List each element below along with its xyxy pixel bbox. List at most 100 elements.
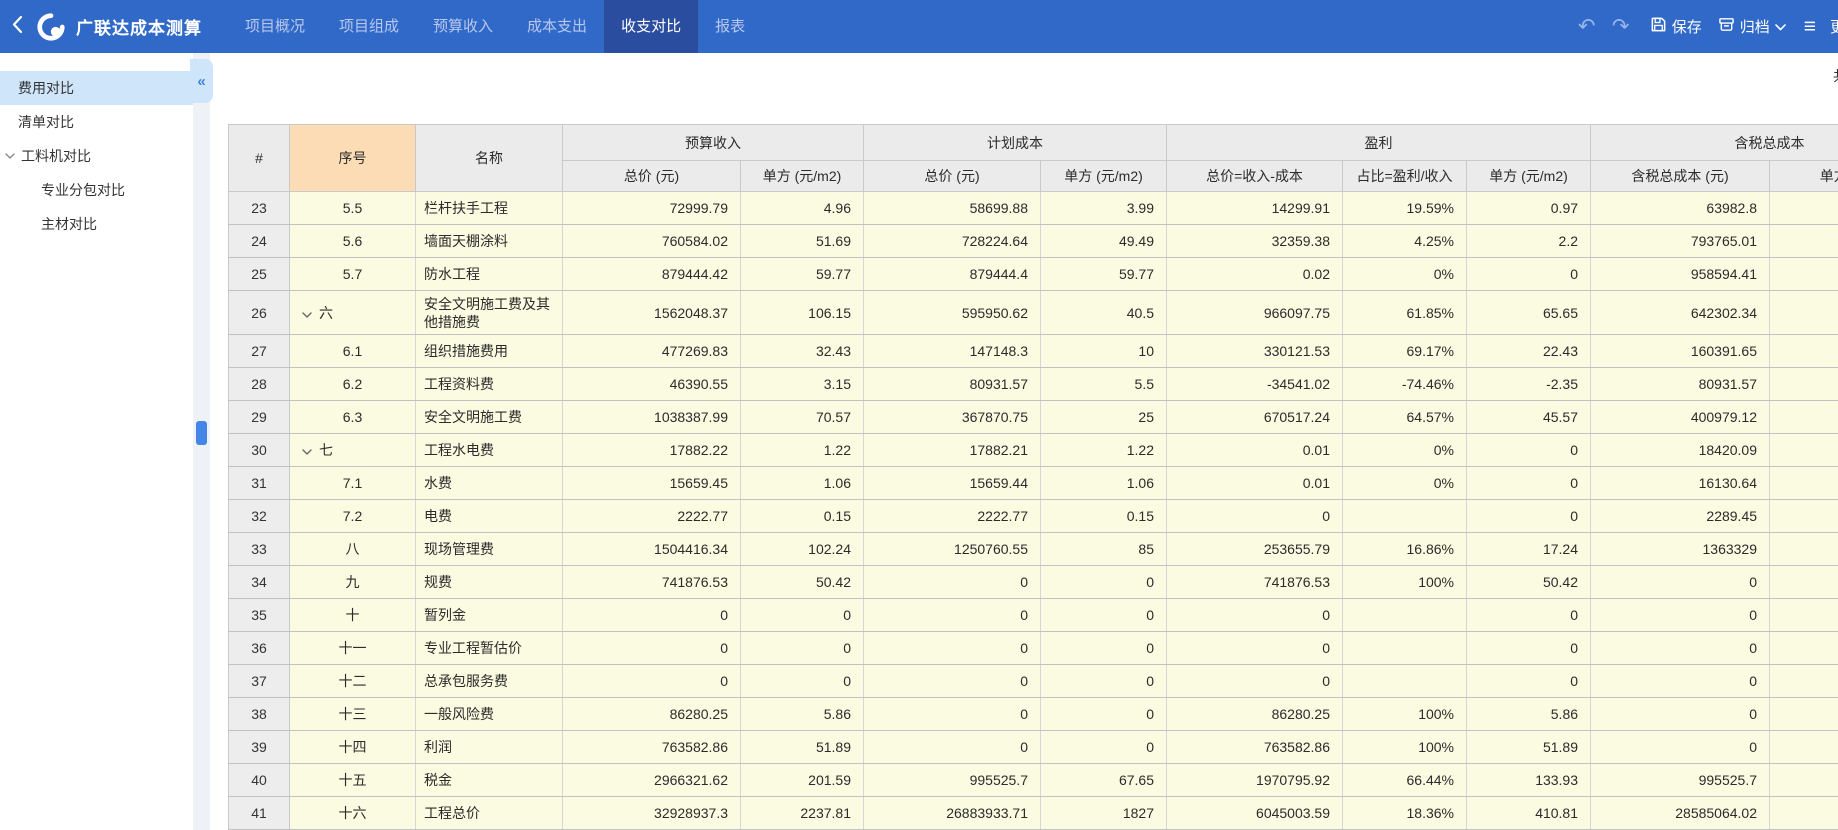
cost-unit-cell[interactable]: 1.06 (1041, 467, 1167, 500)
taxcost-unit-cell[interactable] (1770, 467, 1838, 500)
profit-unit-cell[interactable]: 50.42 (1467, 566, 1591, 599)
menu-button[interactable]: ≡ (1804, 15, 1816, 39)
income-unit-cell[interactable]: 0 (741, 665, 864, 698)
profit-total-cell[interactable]: 14299.91 (1167, 192, 1343, 225)
profit-unit-cell[interactable]: 133.93 (1467, 764, 1591, 797)
profit-total-cell[interactable]: 32359.38 (1167, 225, 1343, 258)
profit-total-cell[interactable]: 763582.86 (1167, 731, 1343, 764)
sequence-cell[interactable]: 十四 (290, 731, 416, 764)
profit-total-cell[interactable]: 6045003.59 (1167, 797, 1343, 830)
profit-unit-cell[interactable]: 0 (1467, 434, 1591, 467)
profit-ratio-cell[interactable]: 4.25% (1343, 225, 1467, 258)
taxcost-total-cell[interactable]: 0 (1591, 665, 1770, 698)
taxcost-total-cell[interactable]: 18420.09 (1591, 434, 1770, 467)
tab-project-composition[interactable]: 项目组成 (322, 0, 416, 53)
income-total-cell[interactable]: 0 (563, 599, 741, 632)
row-number-cell[interactable]: 34 (229, 566, 290, 599)
profit-total-cell[interactable]: 741876.53 (1167, 566, 1343, 599)
name-cell[interactable]: 总承包服务费 (416, 665, 563, 698)
taxcost-unit-cell[interactable] (1770, 566, 1838, 599)
taxcost-total-cell[interactable]: 793765.01 (1591, 225, 1770, 258)
income-total-cell[interactable]: 879444.42 (563, 258, 741, 291)
income-unit-cell[interactable]: 32.43 (741, 335, 864, 368)
taxcost-unit-cell[interactable] (1770, 291, 1838, 335)
taxcost-unit-cell[interactable] (1770, 401, 1838, 434)
cost-total-cell[interactable]: 595950.62 (864, 291, 1041, 335)
save-button[interactable]: 保存 (1650, 16, 1702, 37)
income-total-cell[interactable]: 17882.22 (563, 434, 741, 467)
income-total-cell[interactable]: 741876.53 (563, 566, 741, 599)
profit-unit-cell[interactable]: 51.89 (1467, 731, 1591, 764)
sequence-cell[interactable]: 十六 (290, 797, 416, 830)
row-number-cell[interactable]: 23 (229, 192, 290, 225)
cost-unit-cell[interactable]: 1.22 (1041, 434, 1167, 467)
income-total-cell[interactable]: 1504416.34 (563, 533, 741, 566)
cost-total-cell[interactable]: 0 (864, 599, 1041, 632)
name-cell[interactable]: 电费 (416, 500, 563, 533)
profit-ratio-cell[interactable]: 64.57% (1343, 401, 1467, 434)
cost-unit-cell[interactable]: 3.99 (1041, 192, 1167, 225)
sequence-cell[interactable]: 七 (290, 434, 416, 467)
income-unit-cell[interactable]: 102.24 (741, 533, 864, 566)
tab-project-overview[interactable]: 项目概况 (228, 0, 322, 53)
name-cell[interactable]: 一般风险费 (416, 698, 563, 731)
profit-unit-cell[interactable]: 410.81 (1467, 797, 1591, 830)
name-cell[interactable]: 栏杆扶手工程 (416, 192, 563, 225)
sequence-cell[interactable]: 八 (290, 533, 416, 566)
profit-total-cell[interactable]: 0.01 (1167, 434, 1343, 467)
row-number-cell[interactable]: 33 (229, 533, 290, 566)
name-cell[interactable]: 税金 (416, 764, 563, 797)
cost-unit-cell[interactable]: 10 (1041, 335, 1167, 368)
profit-ratio-cell[interactable] (1343, 599, 1467, 632)
cost-unit-cell[interactable]: 0 (1041, 599, 1167, 632)
income-total-cell[interactable]: 477269.83 (563, 335, 741, 368)
cost-unit-cell[interactable]: 0 (1041, 698, 1167, 731)
row-number-cell[interactable]: 30 (229, 434, 290, 467)
sidebar-item-list-compare[interactable]: 清单对比 (0, 105, 193, 139)
income-unit-cell[interactable]: 0 (741, 599, 864, 632)
cost-unit-cell[interactable]: 0.15 (1041, 500, 1167, 533)
profit-ratio-cell[interactable]: 0% (1343, 467, 1467, 500)
row-number-cell[interactable]: 27 (229, 335, 290, 368)
income-unit-cell[interactable]: 1.06 (741, 467, 864, 500)
sequence-cell[interactable]: 十 (290, 599, 416, 632)
sequence-cell[interactable]: 6.1 (290, 335, 416, 368)
redo-button[interactable]: ↷ (1608, 14, 1634, 39)
profit-total-cell[interactable]: 253655.79 (1167, 533, 1343, 566)
profit-total-cell[interactable]: 0 (1167, 599, 1343, 632)
name-cell[interactable]: 规费 (416, 566, 563, 599)
income-unit-cell[interactable]: 5.86 (741, 698, 864, 731)
name-cell[interactable]: 专业工程暂估价 (416, 632, 563, 665)
tab-budget-income[interactable]: 预算收入 (416, 0, 510, 53)
name-cell[interactable]: 工程资料费 (416, 368, 563, 401)
cost-unit-cell[interactable]: 1827 (1041, 797, 1167, 830)
row-number-cell[interactable]: 41 (229, 797, 290, 830)
row-number-cell[interactable]: 25 (229, 258, 290, 291)
tab-reports[interactable]: 报表 (698, 0, 762, 53)
taxcost-unit-cell[interactable] (1770, 500, 1838, 533)
cost-total-cell[interactable]: 80931.57 (864, 368, 1041, 401)
profit-total-cell[interactable]: -34541.02 (1167, 368, 1343, 401)
profit-unit-cell[interactable]: 2.2 (1467, 225, 1591, 258)
taxcost-total-cell[interactable]: 0 (1591, 566, 1770, 599)
taxcost-total-cell[interactable]: 2289.45 (1591, 500, 1770, 533)
income-unit-cell[interactable]: 3.15 (741, 368, 864, 401)
row-number-cell[interactable]: 38 (229, 698, 290, 731)
sidebar-item-labor-material-compare[interactable]: 工料机对比 (0, 139, 193, 173)
tab-cost-expenditure[interactable]: 成本支出 (510, 0, 604, 53)
income-unit-cell[interactable]: 4.96 (741, 192, 864, 225)
cost-total-cell[interactable]: 879444.4 (864, 258, 1041, 291)
expand-chevron-icon[interactable] (5, 153, 15, 159)
sequence-cell[interactable]: 六 (290, 291, 416, 335)
profit-unit-cell[interactable]: 65.65 (1467, 291, 1591, 335)
income-total-cell[interactable]: 1038387.99 (563, 401, 741, 434)
income-total-cell[interactable]: 86280.25 (563, 698, 741, 731)
income-total-cell[interactable]: 72999.79 (563, 192, 741, 225)
taxcost-unit-cell[interactable] (1770, 599, 1838, 632)
income-unit-cell[interactable]: 70.57 (741, 401, 864, 434)
profit-unit-cell[interactable]: 5.86 (1467, 698, 1591, 731)
taxcost-total-cell[interactable]: 63982.8 (1591, 192, 1770, 225)
taxcost-unit-cell[interactable] (1770, 764, 1838, 797)
row-number-cell[interactable]: 39 (229, 731, 290, 764)
taxcost-unit-cell[interactable] (1770, 533, 1838, 566)
